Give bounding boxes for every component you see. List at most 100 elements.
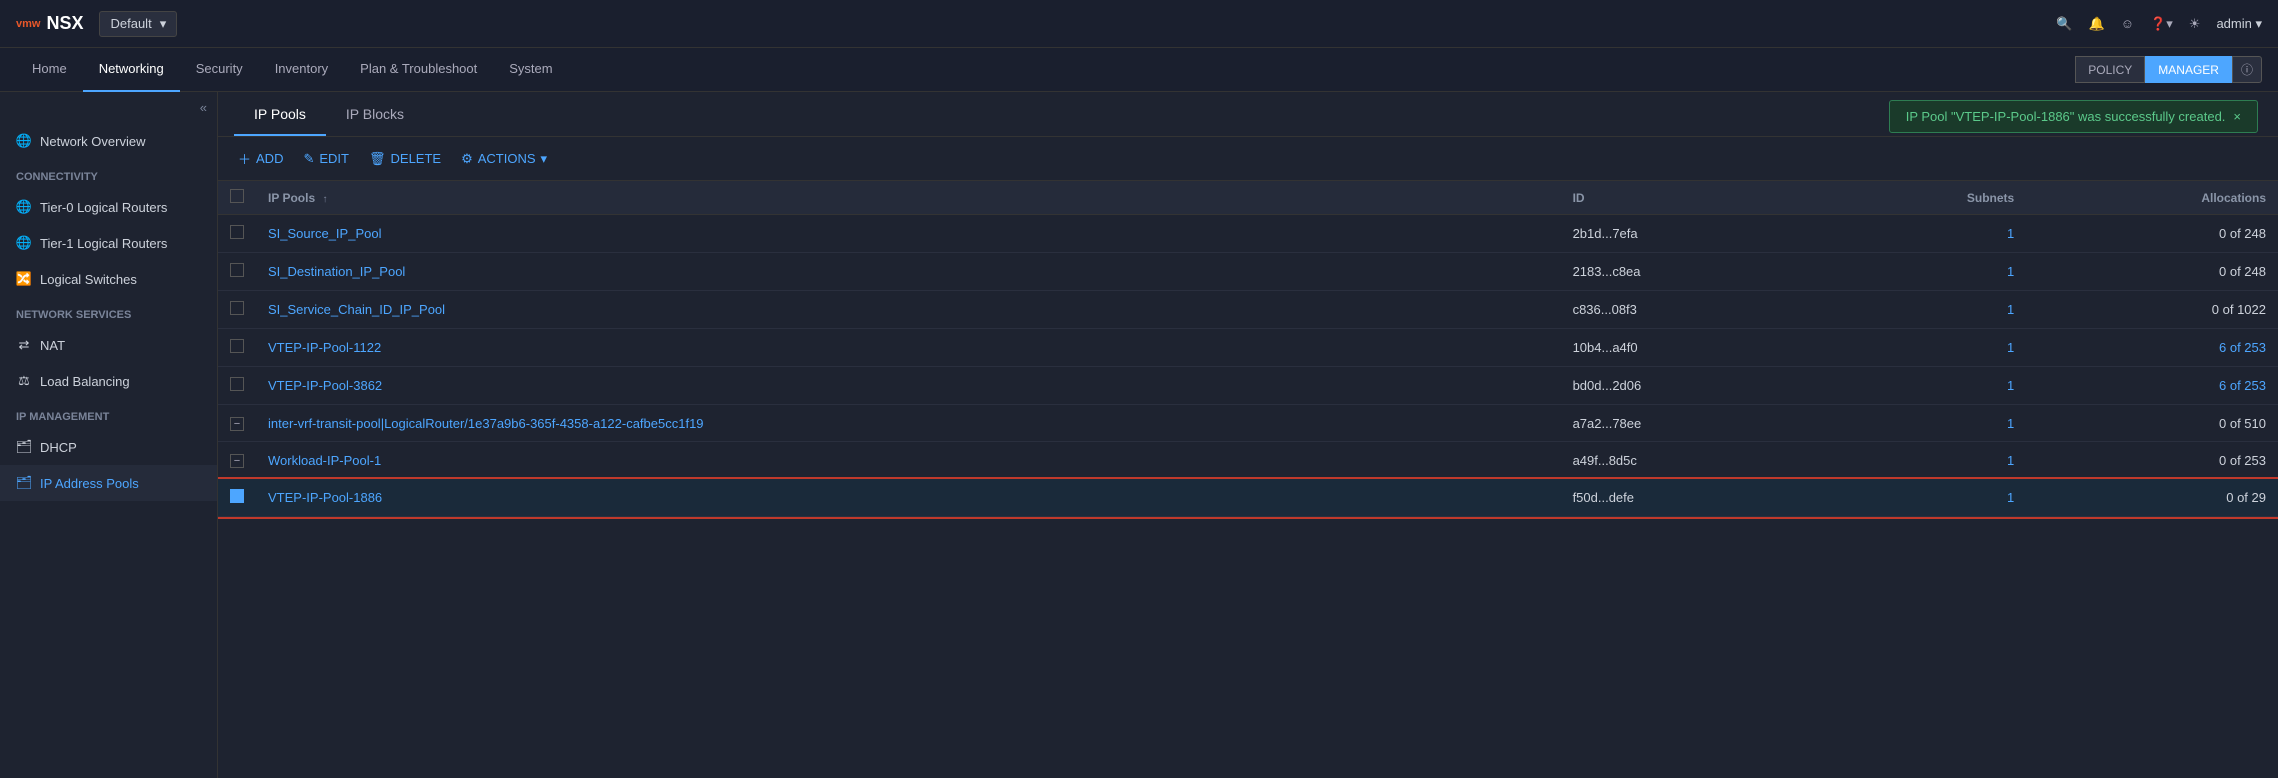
table-row[interactable]: −inter-vrf-transit-pool|LogicalRouter/1e… <box>218 405 2278 442</box>
notification-message: IP Pool "VTEP-IP-Pool-1886" was successf… <box>1906 109 2226 124</box>
row-subnets: 1 <box>1824 253 2027 291</box>
tab-ip-blocks[interactable]: IP Blocks <box>326 92 424 136</box>
info-button[interactable]: ⓘ <box>2232 56 2262 83</box>
env-selector[interactable]: Default ▾ <box>99 11 177 37</box>
face-icon[interactable]: ☺ <box>2121 16 2134 31</box>
nav-home[interactable]: Home <box>16 48 83 92</box>
row-checkbox[interactable] <box>230 339 244 353</box>
table-row[interactable]: SI_Source_IP_Pool2b1d...7efa10 of 248 <box>218 215 2278 253</box>
select-all-checkbox[interactable] <box>230 189 244 203</box>
mode-buttons: POLICY MANAGER ⓘ <box>2075 56 2262 83</box>
network-overview-icon: 🌐 <box>16 133 32 149</box>
load-balancing-icon: ⚖ <box>16 373 32 389</box>
row-subnets: 1 <box>1824 405 2027 442</box>
nav-inventory[interactable]: Inventory <box>259 48 344 92</box>
row-subnets: 1 <box>1824 479 2027 517</box>
row-checkbox[interactable] <box>230 263 244 277</box>
tier1-label: Tier-1 Logical Routers <box>40 236 167 251</box>
ip-pools-table: IP Pools ↑ ID Subnets Allocations SI_Sou… <box>218 181 2278 517</box>
actions-label: ACTIONS <box>478 151 536 166</box>
section-network-services: Network Services <box>0 297 217 327</box>
row-allocations: 0 of 248 <box>2026 215 2278 253</box>
row-allocations: 0 of 29 <box>2026 479 2278 517</box>
chevron-down-icon: ▾ <box>541 151 548 167</box>
col-allocations: Allocations <box>2026 181 2278 215</box>
nav-bar: Home Networking Security Inventory Plan … <box>0 48 2278 92</box>
sidebar-item-network-overview[interactable]: 🌐 Network Overview <box>0 123 217 159</box>
top-bar-actions: 🔍 🔔 ☺ ❓▾ ☀ admin ▾ <box>2056 16 2262 32</box>
bell-icon[interactable]: 🔔 <box>2089 16 2105 32</box>
delete-button[interactable]: 🗑 DELETE <box>365 149 445 169</box>
main-content: IP Pools IP Blocks IP Pool "VTEP-IP-Pool… <box>218 92 2278 778</box>
row-subnets: 1 <box>1824 367 2027 405</box>
edit-label: EDIT <box>319 151 349 166</box>
nav-system[interactable]: System <box>493 48 568 92</box>
table-row[interactable]: VTEP-IP-Pool-1886f50d...defe10 of 29 <box>218 479 2278 517</box>
nav-security[interactable]: Security <box>180 48 259 92</box>
row-checkbox[interactable] <box>230 489 244 503</box>
table-row[interactable]: SI_Destination_IP_Pool2183...c8ea10 of 2… <box>218 253 2278 291</box>
sidebar-item-ip-address-pools[interactable]: 🗂 IP Address Pools <box>0 465 217 501</box>
sidebar-item-tier1[interactable]: 🌐 Tier-1 Logical Routers <box>0 225 217 261</box>
toolbar: ＋ ADD ✎ EDIT 🗑 DELETE ⚙ ACTIONS ▾ <box>218 137 2278 181</box>
delete-icon: 🗑 <box>369 151 386 167</box>
table-row[interactable]: VTEP-IP-Pool-3862bd0d...2d0616 of 253 <box>218 367 2278 405</box>
policy-button[interactable]: POLICY <box>2075 56 2145 83</box>
tab-ip-pools[interactable]: IP Pools <box>234 92 326 136</box>
row-id: a49f...8d5c <box>1561 442 1824 479</box>
row-id: 2b1d...7efa <box>1561 215 1824 253</box>
col-subnets: Subnets <box>1824 181 2027 215</box>
nav-plan-troubleshoot[interactable]: Plan & Troubleshoot <box>344 48 493 92</box>
table-header-row: IP Pools ↑ ID Subnets Allocations <box>218 181 2278 215</box>
env-label: Default <box>110 16 151 31</box>
dhcp-label: DHCP <box>40 440 77 455</box>
tier1-icon: 🌐 <box>16 235 32 251</box>
tier0-icon: 🌐 <box>16 199 32 215</box>
collapse-button[interactable]: « <box>0 92 217 123</box>
success-notification: IP Pool "VTEP-IP-Pool-1886" was successf… <box>1889 100 2258 133</box>
nav-networking[interactable]: Networking <box>83 48 180 92</box>
sun-icon[interactable]: ☀ <box>2189 16 2201 32</box>
row-checkbox[interactable] <box>230 377 244 391</box>
sidebar-item-load-balancing[interactable]: ⚖ Load Balancing <box>0 363 217 399</box>
sidebar-item-tier0[interactable]: 🌐 Tier-0 Logical Routers <box>0 189 217 225</box>
row-id: f50d...defe <box>1561 479 1824 517</box>
row-name: Workload-IP-Pool-1 <box>256 442 1561 479</box>
help-icon[interactable]: ❓▾ <box>2150 16 2173 32</box>
admin-menu[interactable]: admin ▾ <box>2216 16 2262 32</box>
table-row[interactable]: VTEP-IP-Pool-112210b4...a4f016 of 253 <box>218 329 2278 367</box>
section-connectivity: Connectivity <box>0 159 217 189</box>
sidebar-item-nat[interactable]: ⇄ NAT <box>0 327 217 363</box>
row-subnets: 1 <box>1824 442 2027 479</box>
manager-button[interactable]: MANAGER <box>2145 56 2232 83</box>
table-row[interactable]: −Workload-IP-Pool-1a49f...8d5c10 of 253 <box>218 442 2278 479</box>
row-id: a7a2...78ee <box>1561 405 1824 442</box>
nat-label: NAT <box>40 338 65 353</box>
edit-icon: ✎ <box>303 151 314 167</box>
table-body: SI_Source_IP_Pool2b1d...7efa10 of 248SI_… <box>218 215 2278 517</box>
row-name: SI_Source_IP_Pool <box>256 215 1561 253</box>
search-icon[interactable]: 🔍 <box>2056 16 2072 32</box>
sort-icon[interactable]: ↑ <box>322 194 327 205</box>
top-bar: vmw NSX Default ▾ 🔍 🔔 ☺ ❓▾ ☀ admin ▾ <box>0 0 2278 48</box>
gear-icon: ⚙ <box>461 151 473 167</box>
row-allocations: 0 of 248 <box>2026 253 2278 291</box>
minus-checkbox[interactable]: − <box>230 417 244 431</box>
add-label: ADD <box>256 151 283 166</box>
row-checkbox[interactable] <box>230 301 244 315</box>
notification-close-button[interactable]: × <box>2233 109 2241 124</box>
sidebar-item-logical-switches[interactable]: 🔀 Logical Switches <box>0 261 217 297</box>
add-button[interactable]: ＋ ADD <box>234 147 287 170</box>
table-row[interactable]: SI_Service_Chain_ID_IP_Poolc836...08f310… <box>218 291 2278 329</box>
row-name: VTEP-IP-Pool-1122 <box>256 329 1561 367</box>
row-allocations: 0 of 253 <box>2026 442 2278 479</box>
edit-button[interactable]: ✎ EDIT <box>299 149 353 169</box>
row-checkbox[interactable] <box>230 225 244 239</box>
nat-icon: ⇄ <box>16 337 32 353</box>
row-id: 2183...c8ea <box>1561 253 1824 291</box>
actions-button[interactable]: ⚙ ACTIONS ▾ <box>457 149 551 169</box>
row-subnets: 1 <box>1824 329 2027 367</box>
sidebar-item-dhcp[interactable]: 🗂 DHCP <box>0 429 217 465</box>
minus-checkbox[interactable]: − <box>230 454 244 468</box>
row-allocations: 0 of 510 <box>2026 405 2278 442</box>
